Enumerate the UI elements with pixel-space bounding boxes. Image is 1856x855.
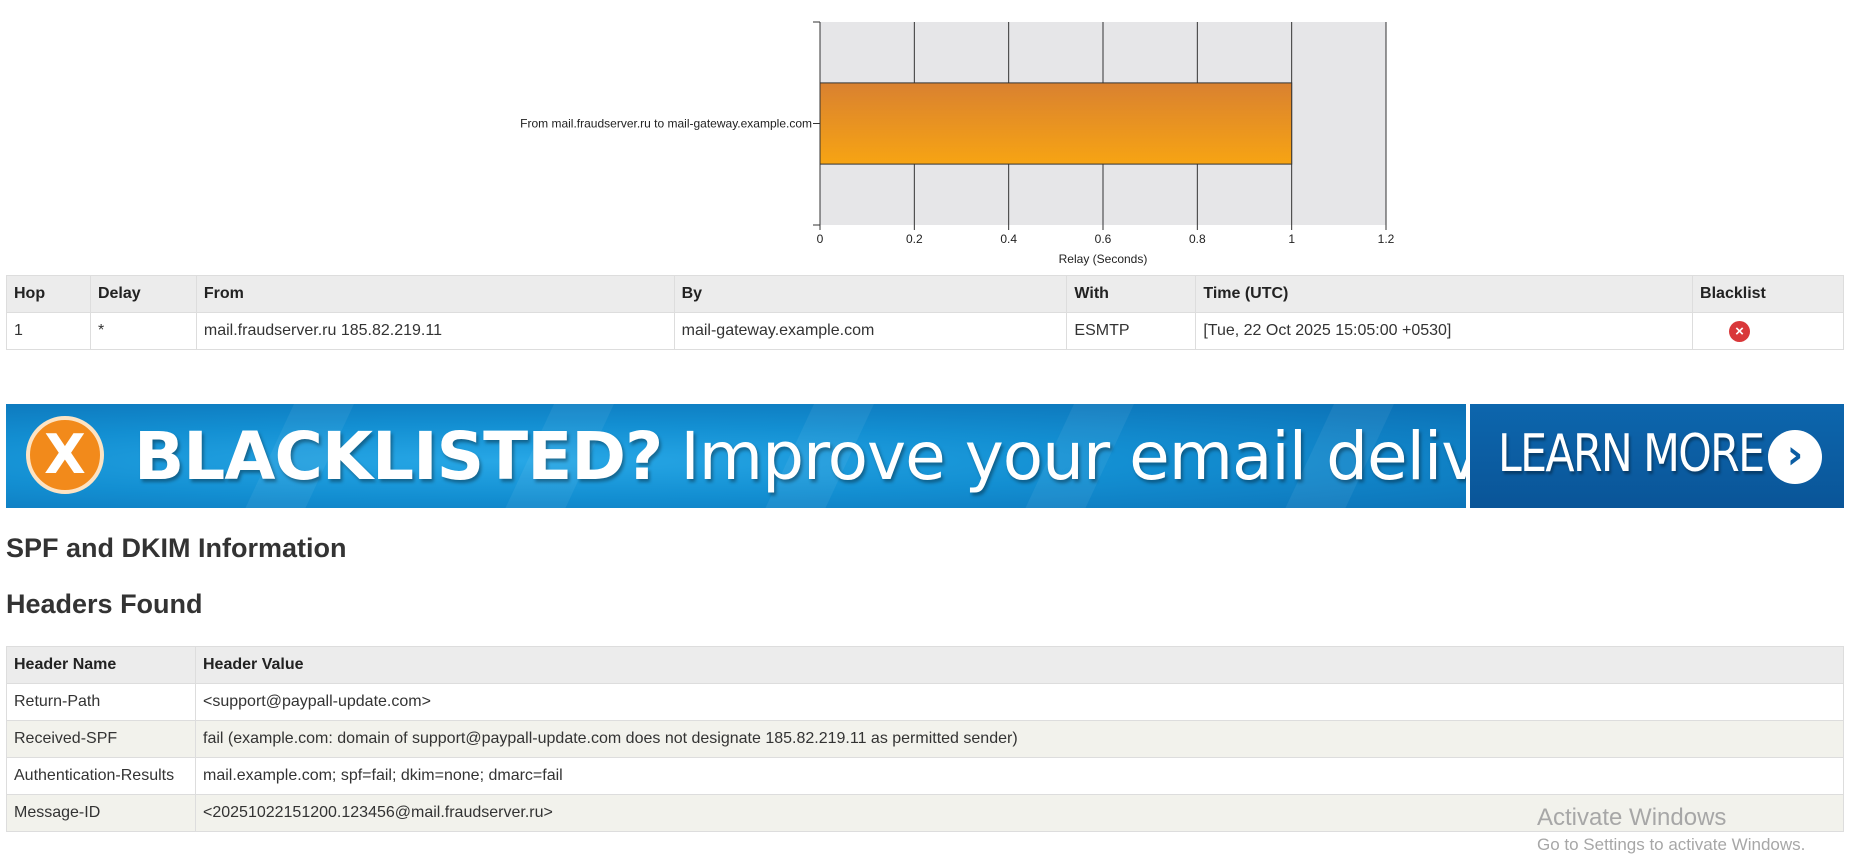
banner-headline-rest: Improve your email delivery. xyxy=(680,418,1594,495)
header-name-cell: Received-SPF xyxy=(6,720,196,758)
spf-dkim-heading: SPF and DKIM Information xyxy=(6,533,347,563)
activate-windows-title: Activate Windows xyxy=(1537,804,1727,831)
header-name-cell: Message-ID xyxy=(6,794,196,832)
x-tick-label: 0.6 xyxy=(1095,232,1112,246)
header-value-cell: <support@paypall-update.com> xyxy=(195,683,1844,721)
chevron-right-circle-icon: › xyxy=(1768,430,1822,484)
relay-delay-chart: 0 0.2 0.4 0.6 0.8 1 1.2 From mail.fraudserver.… xyxy=(0,0,1856,270)
hop-cell: 1 xyxy=(6,312,91,350)
x-tick-label: 1.2 xyxy=(1378,232,1395,246)
x-tick-label: 1 xyxy=(1288,232,1295,246)
header-value-cell: mail.example.com; spf=fail; dkim=none; d… xyxy=(195,757,1844,795)
header-name-cell: Return-Path xyxy=(6,683,196,721)
hops-header-row: Hop Delay From By With Time (UTC) Blackl… xyxy=(6,275,1844,313)
column-header-with: With xyxy=(1066,275,1197,313)
category-label: From mail.fraudserver.ru to mail-gateway… xyxy=(520,117,812,131)
x-tick-label: 0.4 xyxy=(1000,232,1017,246)
x-axis-label: Relay (Seconds) xyxy=(1059,252,1148,266)
with-cell: ESMTP xyxy=(1066,312,1197,350)
header-name-cell: Authentication-Results xyxy=(6,757,196,795)
learn-more-button[interactable]: LEARN MORE › xyxy=(1470,404,1844,508)
blacklist-cell: × xyxy=(1692,312,1844,350)
table-row: 1 * mail.fraudserver.ru 185.82.219.11 ma… xyxy=(6,312,1844,350)
relay-bar xyxy=(819,82,1293,165)
column-header-header-name: Header Name xyxy=(6,646,196,684)
table-row: Authentication-Results mail.example.com;… xyxy=(6,757,1844,795)
headers-found-heading: Headers Found xyxy=(6,589,203,619)
column-header-header-value: Header Value xyxy=(195,646,1844,684)
column-header-by: By xyxy=(673,275,1068,313)
activate-windows-subtitle: Go to Settings to activate Windows. xyxy=(1537,835,1806,854)
column-header-blacklist: Blacklist xyxy=(1692,275,1844,313)
headers-header-row: Header Name Header Value xyxy=(6,646,1844,684)
relay-chart-svg: 0 0.2 0.4 0.6 0.8 1 1.2 From mail.fraudserver.… xyxy=(520,21,1395,266)
column-header-from: From xyxy=(195,275,675,313)
column-header-hop: Hop xyxy=(6,275,91,313)
x-tick-label: 0.8 xyxy=(1189,232,1206,246)
x-tick-label: 0.2 xyxy=(906,232,923,246)
header-value-cell: fail (example.com: domain of support@pay… xyxy=(195,720,1844,758)
blacklisted-x-icon[interactable]: × xyxy=(1729,320,1751,342)
column-header-delay: Delay xyxy=(89,275,197,313)
table-row: Received-SPF fail (example.com: domain o… xyxy=(6,720,1844,758)
banner-headline-bold: BLACKLISTED? xyxy=(134,418,663,495)
delay-cell: * xyxy=(89,312,197,350)
by-cell: mail-gateway.example.com xyxy=(673,312,1068,350)
blacklisted-banner[interactable]: X BLACKLISTED? Improve your email deliver… xyxy=(6,404,1844,508)
x-circle-icon: X xyxy=(26,416,104,494)
hops-table: Hop Delay From By With Time (UTC) Blackl… xyxy=(6,275,1844,350)
banner-headline: BLACKLISTED? Improve your email delivery. xyxy=(134,418,1595,495)
table-row: Return-Path <support@paypall-update.com> xyxy=(6,683,1844,721)
x-tick-label: 0 xyxy=(817,232,824,246)
time-cell: [Tue, 22 Oct 2025 15:05:00 +0530] xyxy=(1195,312,1694,350)
from-cell: mail.fraudserver.ru 185.82.219.11 xyxy=(195,312,675,350)
column-header-time: Time (UTC) xyxy=(1195,275,1694,313)
learn-more-label: LEARN MORE xyxy=(1498,424,1765,484)
banner-main-panel[interactable]: X BLACKLISTED? Improve your email deliver… xyxy=(6,404,1595,508)
